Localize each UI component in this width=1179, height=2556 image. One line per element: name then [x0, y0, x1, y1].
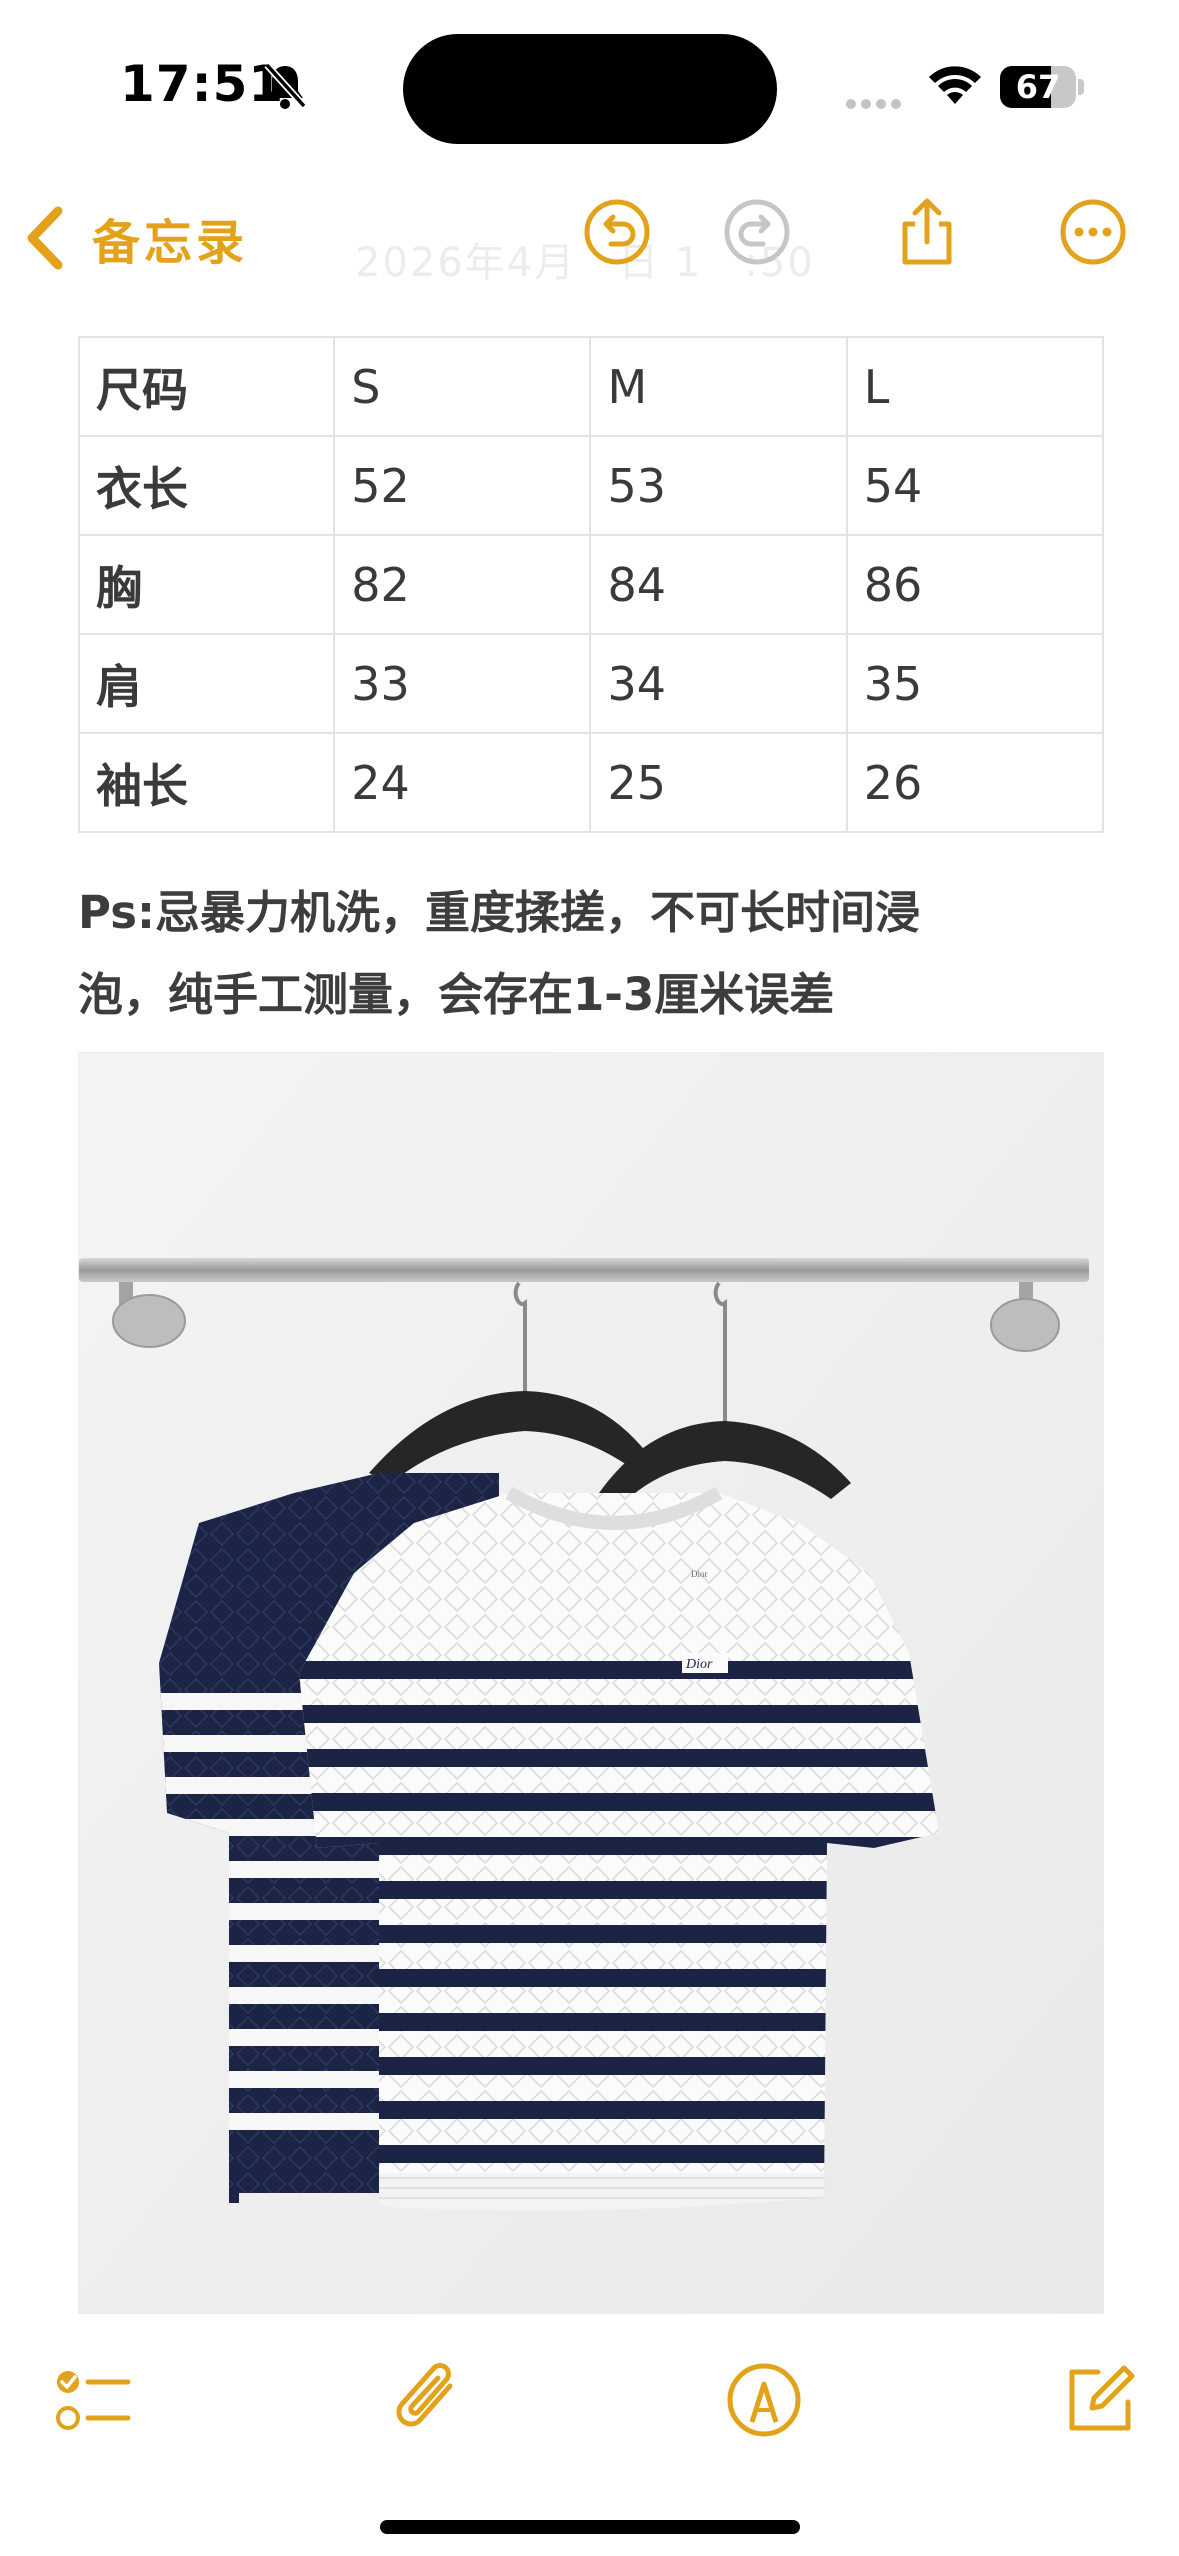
size-m-cell: 53 — [589, 435, 848, 536]
checklist-icon — [56, 2371, 131, 2430]
row-label: 袖长 — [77, 732, 336, 833]
checklist-button[interactable] — [42, 2350, 142, 2450]
product-photo[interactable]: Dior Dior — [78, 1052, 1104, 2314]
row-label: 胸 — [77, 534, 336, 635]
table-row: 袖长 24 25 26 — [77, 732, 1105, 833]
size-m-cell: M — [589, 336, 848, 437]
back-button[interactable]: 备忘录 — [22, 193, 248, 283]
markup-button[interactable] — [714, 2350, 814, 2450]
size-s-cell: 33 — [333, 633, 592, 734]
table-row: 尺码 S M L — [77, 336, 1105, 437]
status-bar: 17:51 67 — [0, 0, 1179, 175]
note-text[interactable]: Ps:忌暴力机洗，重度揉搓，不可长时间浸 泡，纯手工测量，会存在1-3厘米误差 — [78, 872, 1104, 1036]
more-icon — [1060, 199, 1126, 265]
table-row: 肩 33 34 35 — [77, 633, 1105, 734]
attachment-button[interactable] — [380, 2350, 480, 2450]
row-label: 尺码 — [77, 336, 336, 437]
striped-tshirts-image: Dior Dior — [79, 1053, 1103, 2313]
status-time: 17:51 — [120, 55, 285, 113]
brand-mark: Dior — [685, 1657, 713, 1672]
back-label: 备忘录 — [92, 215, 249, 271]
redo-button[interactable] — [712, 187, 802, 277]
bell-slash-icon — [264, 62, 307, 109]
battery-icon: 67 — [1000, 66, 1084, 108]
cellular-signal-icon — [846, 94, 908, 109]
size-m-cell: 84 — [589, 534, 848, 635]
share-button[interactable] — [882, 187, 972, 277]
note-line-1: Ps:忌暴力机洗，重度揉搓，不可长时间浸 — [78, 886, 920, 939]
undo-button[interactable] — [572, 187, 662, 277]
size-l-cell: 86 — [845, 534, 1105, 635]
dynamic-island — [403, 34, 777, 144]
compose-icon — [1069, 2365, 1135, 2431]
size-s-cell: S — [333, 336, 592, 437]
nav-bar: 2026年4月 日 1 :50 备忘录 — [0, 175, 1179, 315]
paperclip-icon — [396, 2363, 453, 2427]
row-label: 肩 — [77, 633, 336, 734]
markup-pen-icon — [727, 2363, 801, 2437]
note-line-2: 泡，纯手工测量，会存在1-3厘米误差 — [78, 968, 835, 1021]
redo-icon — [724, 199, 790, 265]
size-l-cell: 35 — [845, 633, 1105, 734]
row-label: 衣长 — [77, 435, 336, 536]
more-button[interactable] — [1048, 187, 1138, 277]
size-l-cell: 26 — [845, 732, 1105, 833]
share-icon — [902, 198, 952, 265]
size-m-cell: 25 — [589, 732, 848, 833]
bottom-toolbar — [0, 2340, 1179, 2470]
size-table: 尺码 S M L 衣长 52 53 54 胸 82 84 86 肩 33 34 35 袖长 24 25 26 — [77, 336, 1105, 833]
undo-icon — [584, 199, 650, 265]
size-m-cell: 34 — [589, 633, 848, 734]
size-s-cell: 24 — [333, 732, 592, 833]
compose-button[interactable] — [1050, 2350, 1150, 2450]
battery-level: 67 — [1015, 68, 1061, 106]
home-indicator[interactable] — [380, 2520, 800, 2534]
size-l-cell: L — [845, 336, 1105, 437]
table-row: 衣长 52 53 54 — [77, 435, 1105, 536]
size-l-cell: 54 — [845, 435, 1105, 536]
table-row: 胸 82 84 86 — [77, 534, 1105, 635]
size-s-cell: 52 — [333, 435, 592, 536]
wifi-icon — [929, 66, 981, 104]
inner-label: Dior — [691, 1569, 708, 1579]
chevron-left-icon — [27, 206, 63, 270]
size-s-cell: 82 — [333, 534, 592, 635]
